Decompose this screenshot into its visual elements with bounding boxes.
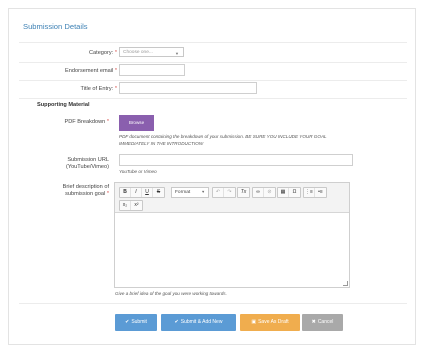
chevron-down-icon: ▼ bbox=[175, 51, 179, 56]
page: Submission Details Category: * Choose on… bbox=[0, 0, 424, 353]
goal-description-label: Brief description of submission goal * bbox=[9, 184, 109, 197]
underline-button[interactable]: U bbox=[142, 188, 153, 197]
undo-button[interactable]: ↶ bbox=[213, 188, 224, 197]
endorsement-email-field[interactable] bbox=[119, 64, 185, 76]
category-placeholder: Choose one... bbox=[123, 50, 153, 55]
endorsement-email-label-text: Endorsement email bbox=[65, 68, 114, 74]
clear-format-group: Tx bbox=[237, 187, 250, 198]
submit-add-new-button-label: Submit & Add New bbox=[180, 319, 223, 325]
cancel-button[interactable]: ✖ Cancel bbox=[302, 314, 343, 331]
row-divider bbox=[19, 80, 407, 81]
submit-button[interactable]: ✔ Submit bbox=[115, 314, 157, 331]
required-mark: * bbox=[114, 86, 117, 92]
special-character-button[interactable]: Ω bbox=[289, 188, 300, 197]
footer-divider bbox=[19, 303, 407, 304]
goal-rich-text-editor[interactable]: B I U S Format ▼ ↶ ↷ Tx ∞ ⊘ ▦ Ω ⋮≡ •≡ x₂… bbox=[114, 182, 350, 288]
basic-styles-group: B I U S bbox=[119, 187, 165, 198]
editor-toolbar: B I U S Format ▼ ↶ ↷ Tx ∞ ⊘ ▦ Ω ⋮≡ •≡ x₂… bbox=[115, 183, 349, 213]
redo-button[interactable]: ↷ bbox=[224, 188, 235, 197]
required-mark: * bbox=[106, 119, 109, 125]
chevron-down-icon: ▼ bbox=[201, 190, 205, 194]
title-of-entry-label-text: Title of Entry: bbox=[80, 86, 114, 92]
unlink-button[interactable]: ⊘ bbox=[264, 188, 275, 197]
supporting-material-heading: Supporting Material bbox=[37, 102, 90, 108]
format-select[interactable]: Format ▼ bbox=[171, 187, 209, 198]
undo-group: ↶ ↷ bbox=[212, 187, 236, 198]
pdf-help-text: PDF document containing the breakdown of… bbox=[119, 134, 327, 147]
check-icon: ✔ bbox=[125, 319, 130, 325]
title-of-entry-label: Title of Entry: * bbox=[17, 86, 118, 93]
title-of-entry-field[interactable] bbox=[119, 82, 257, 94]
list-group: ⋮≡ •≡ bbox=[303, 187, 327, 198]
insert-group: ▦ Ω bbox=[277, 187, 301, 198]
italic-button[interactable]: I bbox=[131, 188, 142, 197]
panel-title: Submission Details bbox=[23, 22, 88, 31]
link-button[interactable]: ∞ bbox=[253, 188, 264, 197]
category-select[interactable]: Choose one... ▼ bbox=[119, 47, 184, 57]
category-label: Category: * bbox=[17, 50, 117, 57]
submission-url-label-line: (YouTube/Vimeo) bbox=[65, 163, 109, 170]
resize-handle[interactable] bbox=[343, 281, 348, 286]
superscript-button[interactable]: x² bbox=[131, 201, 142, 210]
row-divider bbox=[19, 98, 407, 99]
required-mark: * bbox=[114, 50, 117, 56]
required-mark: * bbox=[114, 68, 117, 74]
numbered-list-button[interactable]: ⋮≡ bbox=[304, 188, 315, 197]
save-draft-button[interactable]: ▣ Save As Draft bbox=[240, 314, 300, 331]
submission-url-field[interactable] bbox=[119, 154, 353, 166]
goal-label-line: submission goal bbox=[65, 190, 106, 197]
table-button[interactable]: ▦ bbox=[278, 188, 289, 197]
save-icon: ▣ bbox=[251, 319, 257, 325]
goal-help-text: Give a brief idea of the goal you were w… bbox=[115, 291, 227, 296]
submission-url-help: YouTube or Vimeo bbox=[119, 169, 157, 174]
save-draft-button-label: Save As Draft bbox=[258, 319, 289, 325]
pdf-breakdown-label: PDF Breakdown * bbox=[9, 119, 109, 126]
endorsement-email-label: Endorsement email * bbox=[17, 68, 117, 75]
cancel-button-label: Cancel bbox=[317, 319, 334, 325]
clear-formatting-button[interactable]: Tx bbox=[238, 188, 249, 197]
pdf-help-line: PDF document containing the breakdown of… bbox=[119, 134, 327, 139]
category-label-text: Category: bbox=[88, 50, 114, 56]
subscript-button[interactable]: x₂ bbox=[120, 201, 131, 210]
bulleted-list-button[interactable]: •≡ bbox=[315, 188, 326, 197]
close-icon: ✖ bbox=[311, 319, 316, 325]
check-icon: ✔ bbox=[174, 319, 179, 325]
submit-button-label: Submit bbox=[131, 319, 147, 325]
strikethrough-button[interactable]: S bbox=[153, 188, 164, 197]
pdf-breakdown-label-text: PDF Breakdown bbox=[64, 119, 106, 125]
bold-button[interactable]: B bbox=[120, 188, 131, 197]
submit-add-new-button[interactable]: ✔ Submit & Add New bbox=[161, 314, 236, 331]
link-group: ∞ ⊘ bbox=[252, 187, 276, 198]
submission-url-label: Submission URL (YouTube/Vimeo) bbox=[9, 157, 109, 170]
submission-panel: Submission Details Category: * Choose on… bbox=[8, 8, 416, 345]
title-divider bbox=[19, 42, 407, 43]
format-select-value: Format bbox=[175, 190, 191, 195]
row-divider bbox=[19, 62, 407, 63]
browse-button[interactable]: Browse bbox=[119, 115, 154, 131]
required-mark: * bbox=[106, 190, 109, 197]
pdf-help-line: IMMEDIATELY IN THE INTRODUCTION! bbox=[119, 140, 204, 146]
script-group: x₂ x² bbox=[119, 200, 143, 211]
